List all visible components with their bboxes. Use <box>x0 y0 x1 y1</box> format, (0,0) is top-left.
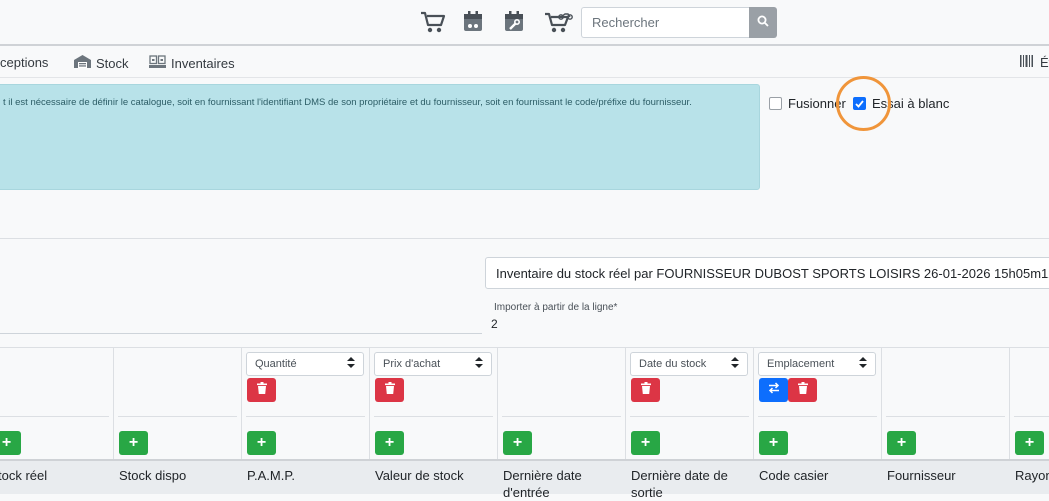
add-column-button[interactable]: + <box>119 431 148 455</box>
divider <box>246 416 365 417</box>
table-header-cell: Dernière date de sortie <box>631 468 728 500</box>
plus-icon: + <box>256 434 267 451</box>
column-select[interactable]: Emplacement <box>758 352 876 376</box>
divider <box>0 238 1049 239</box>
divider <box>1014 416 1049 417</box>
check-icon <box>855 96 864 111</box>
nav-item-label: ceptions <box>0 55 49 70</box>
search-bar <box>581 7 777 38</box>
add-column-button[interactable]: + <box>247 431 276 455</box>
plus-icon: + <box>640 434 651 451</box>
dry-run-checkbox[interactable]: Essai à blanc <box>853 96 949 111</box>
plus-icon: + <box>128 434 139 451</box>
wrench-icon[interactable] <box>500 8 528 36</box>
sort-arrows-icon <box>347 357 355 371</box>
table-header-row: tock réel Stock dispo P.A.M.P. Valeur de… <box>0 459 1049 500</box>
nav-item-label: Ét <box>1040 55 1049 70</box>
divider <box>0 416 109 417</box>
trash-icon <box>797 381 808 399</box>
nav-item-label: Stock <box>96 55 129 71</box>
divider <box>630 416 749 417</box>
nav-item-inventaires[interactable]: Inventaires <box>149 55 235 71</box>
sort-arrows-icon <box>731 357 739 371</box>
field-underline <box>0 333 482 334</box>
nav-item-stock[interactable]: Stock <box>74 55 129 71</box>
plus-icon: + <box>1 434 12 451</box>
column-select[interactable]: Prix d'achat <box>374 352 492 376</box>
select-value: Date du stock <box>639 358 707 370</box>
divider <box>758 416 877 417</box>
merge-label: Fusionner <box>788 96 846 111</box>
plus-icon: + <box>768 434 779 451</box>
add-column-button[interactable]: + <box>1015 431 1044 455</box>
add-column-button[interactable]: + <box>887 431 916 455</box>
nav-item-receptions[interactable]: ceptions <box>0 55 48 70</box>
trash-icon <box>256 381 267 399</box>
search-button[interactable] <box>749 7 777 38</box>
pallet-icon <box>149 55 166 71</box>
add-column-button[interactable]: + <box>0 431 21 455</box>
barcode-icon <box>1020 55 1035 70</box>
select-value: Quantité <box>255 358 297 370</box>
table-header-cell: P.A.M.P. <box>247 468 295 483</box>
plus-icon: + <box>896 434 907 451</box>
delete-mapping-button[interactable] <box>247 378 276 402</box>
plus-icon: + <box>512 434 523 451</box>
nav-item-etiquettes[interactable]: Ét <box>1020 55 1049 70</box>
table-header-cell: Rayon <box>1015 468 1049 483</box>
start-line-label: Importer à partir de la ligne* <box>494 302 618 313</box>
table-header-cell: Valeur de stock <box>375 468 464 483</box>
table-header-cell: Code casier <box>759 468 829 483</box>
alert-text: t il est nécessaire de définir le catalo… <box>3 97 692 108</box>
trash-icon <box>384 381 395 399</box>
add-column-button[interactable]: + <box>631 431 660 455</box>
delete-mapping-button[interactable] <box>788 378 817 402</box>
table-header-cell: Stock dispo <box>119 468 187 483</box>
module-nav: ceptions Stock Inventaires Ét <box>0 48 1049 78</box>
trash-icon <box>640 381 651 399</box>
sort-arrows-icon <box>859 357 867 371</box>
divider <box>886 416 1005 417</box>
mapping-grid: + + Quantité + Prix d'achat + + Date du … <box>0 347 1049 500</box>
delete-mapping-button[interactable] <box>375 378 404 402</box>
search-input[interactable] <box>581 7 749 38</box>
divider <box>118 416 237 417</box>
divider <box>374 416 493 417</box>
dry-run-checkbox-box[interactable] <box>853 97 866 110</box>
file-input[interactable]: Inventaire du stock réel par FOURNISSEUR… <box>485 257 1049 289</box>
plus-icon: + <box>1024 434 1035 451</box>
calendar-moto-icon[interactable] <box>459 8 487 36</box>
sort-arrows-icon <box>475 357 483 371</box>
table-header-cell: Dernière date d'entrée <box>503 468 582 500</box>
swap-icon <box>768 381 780 399</box>
search-icon <box>757 15 769 30</box>
nav-item-label: Inventaires <box>171 55 235 71</box>
add-column-button[interactable]: + <box>503 431 532 455</box>
add-column-button[interactable]: + <box>375 431 404 455</box>
info-alert: t il est nécessaire de définir le catalo… <box>0 84 760 190</box>
merge-checkbox[interactable]: Fusionner <box>769 96 846 111</box>
swap-mapping-button[interactable] <box>759 378 788 402</box>
table-header-cell: Fournisseur <box>887 468 956 483</box>
column-select[interactable]: Quantité <box>246 352 364 376</box>
table-header-cell: tock réel <box>0 468 48 483</box>
delete-mapping-button[interactable] <box>631 378 660 402</box>
select-value: Prix d'achat <box>383 358 441 370</box>
cart-moto-icon[interactable] <box>543 8 575 36</box>
column-select[interactable]: Date du stock <box>630 352 748 376</box>
top-bar <box>0 0 1049 46</box>
add-column-button[interactable]: + <box>759 431 788 455</box>
dry-run-label: Essai à blanc <box>872 96 950 111</box>
warehouse-icon <box>74 55 91 71</box>
select-value: Emplacement <box>767 358 835 370</box>
file-name: Inventaire du stock réel par FOURNISSEUR… <box>496 265 1049 281</box>
merge-checkbox-box[interactable] <box>769 97 782 110</box>
start-line-input[interactable]: 2 <box>491 317 498 331</box>
cart-icon[interactable] <box>419 8 447 36</box>
divider <box>502 416 621 417</box>
plus-icon: + <box>384 434 395 451</box>
